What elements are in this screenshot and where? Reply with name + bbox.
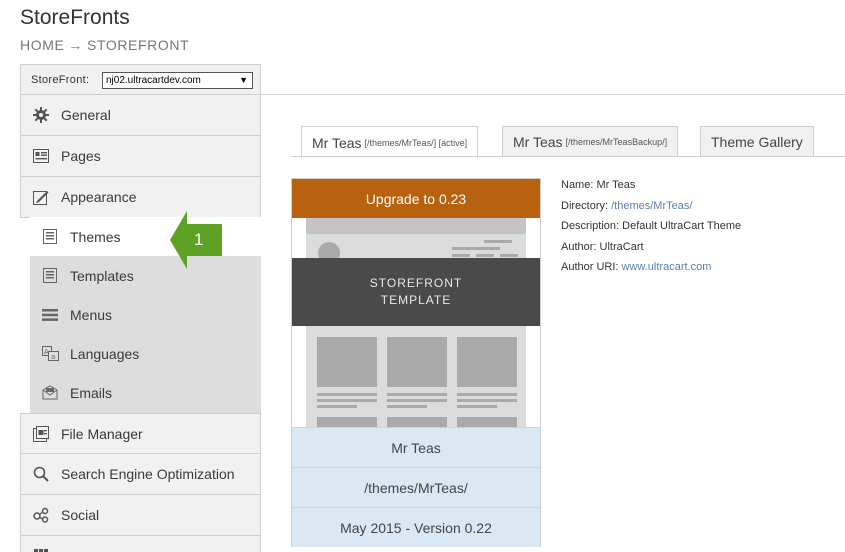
sidebar-item-general[interactable]: General	[20, 95, 261, 136]
tab-label: Mr Teas	[312, 134, 362, 151]
breadcrumb-storefront: STOREFRONT	[87, 37, 190, 53]
theme-name-row: Mr Teas	[292, 427, 540, 467]
submenu-item-label: Themes	[70, 228, 121, 245]
sidebar-item-label: File Manager	[61, 425, 143, 442]
author-uri-link[interactable]: www.ultracart.com	[622, 261, 712, 273]
callout-arrow: 1	[170, 211, 222, 269]
sidebar-item-file-manager[interactable]: File Manager	[20, 413, 261, 454]
breadcrumb-separator: →	[68, 37, 84, 53]
submenu-item-label: Languages	[70, 345, 140, 362]
tab-theme-gallery[interactable]: Theme Gallery	[700, 126, 814, 157]
templates-icon	[30, 268, 70, 283]
languages-icon: Aa	[30, 346, 70, 361]
divider	[261, 94, 845, 95]
sidebar-item-more[interactable]	[20, 536, 261, 552]
search-icon	[21, 466, 61, 482]
detail-label: Name:	[561, 179, 594, 191]
detail-description: Description: Default UltraCart Theme	[561, 219, 741, 240]
theme-directory-row: /themes/MrTeas/	[292, 467, 540, 507]
sidebar-item-social[interactable]: Social	[20, 495, 261, 536]
caret-down-icon: ▼	[239, 75, 248, 85]
menus-icon	[30, 308, 70, 322]
sidebar: StoreFront: nj02.ultracartdev.com ▼ Gene…	[20, 64, 261, 552]
storefront-selector-bar: StoreFront: nj02.ultracartdev.com ▼	[20, 64, 261, 95]
detail-value: Mr Teas	[596, 179, 636, 191]
detail-label: Description:	[561, 220, 620, 232]
tab-label: Theme Gallery	[711, 134, 803, 150]
sidebar-item-label: Appearance	[61, 189, 137, 205]
detail-author-uri: Author URI: www.ultracart.com	[561, 260, 741, 281]
callout-number: 1	[194, 230, 204, 249]
svg-text:A: A	[44, 348, 49, 356]
breadcrumb-home[interactable]: HOME	[20, 37, 64, 53]
detail-label: Directory:	[561, 199, 609, 212]
sidebar-item-label: Social	[61, 507, 100, 523]
pages-icon	[21, 149, 61, 163]
submenu-item-themes[interactable]: Themes	[30, 217, 261, 256]
storefront-select-value: nj02.ultracartdev.com	[106, 75, 201, 86]
preview-overlay: STOREFRONT TEMPLATE	[292, 258, 540, 326]
detail-value: Default UltraCart Theme	[622, 220, 742, 232]
sidebar-item-label: Search Engine Optimization	[61, 466, 235, 482]
sidebar-item-label: Pages	[61, 148, 101, 164]
appearance-submenu: Themes Templates Menus Aa Languages Emai…	[30, 217, 261, 413]
detail-label: Author URI:	[561, 261, 619, 273]
tab-mr-teas-backup[interactable]: Mr Teas [/themes/MrTeasBackup/]	[502, 126, 679, 157]
gear-icon	[21, 107, 61, 123]
themes-icon	[30, 229, 70, 244]
upgrade-button[interactable]: Upgrade to 0.23	[292, 179, 540, 218]
tab-path: [/themes/MrTeas/] [active]	[364, 137, 468, 148]
social-icon	[21, 507, 61, 523]
tab-path: [/themes/MrTeasBackup/]	[565, 137, 668, 147]
sidebar-item-appearance[interactable]: Appearance	[20, 177, 261, 218]
theme-preview: STOREFRONT TEMPLATE	[292, 218, 540, 427]
submenu-item-emails[interactable]: Emails	[30, 373, 261, 412]
page-title: StoreFronts	[20, 6, 130, 29]
detail-value: UltraCart	[599, 240, 644, 253]
overlay-line-1: STOREFRONT	[369, 276, 463, 290]
theme-version-row: May 2015 - Version 0.22	[292, 507, 540, 547]
detail-directory: Directory: /themes/MrTeas/	[561, 199, 741, 220]
detail-label: Author:	[561, 240, 597, 253]
submenu-item-label: Menus	[70, 306, 113, 323]
breadcrumb: HOME → STOREFRONT	[20, 37, 189, 53]
emails-icon	[30, 385, 70, 400]
storefront-select[interactable]: nj02.ultracartdev.com ▼	[102, 72, 253, 89]
sidebar-item-label: General	[61, 107, 111, 123]
submenu-item-label: Emails	[70, 384, 113, 401]
appearance-icon	[21, 189, 61, 205]
theme-details: Name: Mr Teas Directory: /themes/MrTeas/…	[561, 178, 741, 281]
submenu-item-templates[interactable]: Templates	[30, 256, 261, 295]
submenu-item-languages[interactable]: Aa Languages	[30, 334, 261, 373]
detail-name: Name: Mr Teas	[561, 178, 741, 199]
theme-card: Upgrade to 0.23 STOREFRONT TEMPLATE Mr T…	[291, 178, 541, 547]
svg-text:a: a	[51, 353, 55, 361]
tab-label: Mr Teas	[513, 134, 563, 150]
submenu-item-menus[interactable]: Menus	[30, 295, 261, 334]
file-manager-icon	[21, 425, 61, 442]
sidebar-item-seo[interactable]: Search Engine Optimization	[20, 454, 261, 495]
tab-divider	[291, 156, 845, 157]
submenu-item-label: Templates	[70, 267, 134, 284]
directory-link[interactable]: /themes/MrTeas/	[611, 200, 692, 212]
grid-icon	[21, 548, 61, 552]
tab-mr-teas-active[interactable]: Mr Teas [/themes/MrTeas/] [active]	[301, 126, 479, 158]
sidebar-item-pages[interactable]: Pages	[20, 136, 261, 177]
storefront-label: StoreFront:	[31, 74, 90, 86]
overlay-line-2: TEMPLATE	[380, 293, 452, 307]
detail-author: Author: UltraCart	[561, 240, 741, 261]
